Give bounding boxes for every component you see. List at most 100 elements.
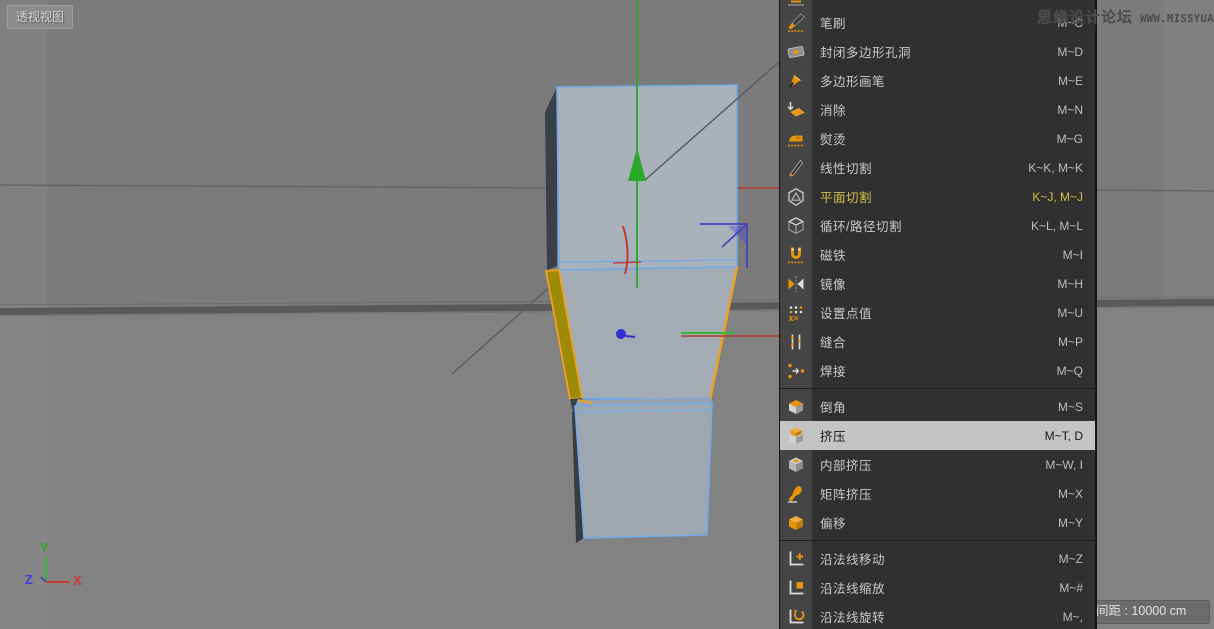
menu-item-shortcut: M~P: [1058, 335, 1095, 349]
menu-item[interactable]: 多边形画笔M~E: [780, 66, 1095, 95]
menu-item-label: 线性切割: [812, 158, 1028, 177]
menu-item-label: 消除: [812, 100, 1057, 119]
menu-item[interactable]: 循环/路径切割K~L, M~L: [780, 211, 1095, 240]
menu-item[interactable]: 消除M~N: [780, 95, 1095, 124]
menu-item-label: 内部挤压: [812, 455, 1045, 474]
menu-item[interactable]: x= 设置点值M~U: [780, 298, 1095, 327]
menu-item[interactable]: 磁铁M~I: [780, 240, 1095, 269]
matrix-extrude-icon: [780, 479, 812, 508]
menu-item-shortcut: M~G: [1057, 132, 1095, 146]
menu-item[interactable]: 挤压M~T, D: [780, 421, 1095, 450]
svg-text:x=: x=: [789, 314, 799, 323]
menu-item-shortcut: K~L, M~L: [1031, 219, 1095, 233]
grid-spacing-status: 间距 : 10000 cm: [1086, 600, 1210, 624]
polygon-pen-icon: [780, 66, 812, 95]
watermark-title: 思缘设计论坛: [1037, 6, 1133, 27]
brush-icon: [780, 8, 812, 37]
bevel-icon: [780, 392, 812, 421]
menu-item-shortcut: M~I: [1063, 248, 1095, 262]
menu-item[interactable]: 内部挤压M~W, I: [780, 450, 1095, 479]
menu-item-label: 笔刷: [812, 13, 1057, 32]
menu-item[interactable]: 沿法线移动M~Z: [780, 544, 1095, 573]
menu-item-label: 封闭多边形孔洞: [812, 42, 1057, 61]
menu-item[interactable]: 倒角M~S: [780, 392, 1095, 421]
menu-item-label: 矩阵挤压: [812, 484, 1058, 503]
plane-cut-icon: [780, 182, 812, 211]
menu-item-label: 焊接: [812, 361, 1057, 380]
menu-item-label: 循环/路径切割: [812, 216, 1031, 235]
menu-item[interactable]: 矩阵挤压M~X: [780, 479, 1095, 508]
menu-item-label: 沿法线缩放: [812, 578, 1059, 597]
menu-item-label: 挤压: [812, 426, 1045, 445]
menu-item-label: 多边形画笔: [812, 71, 1058, 90]
menu-item-shortcut: M~U: [1057, 306, 1095, 320]
menu-item-shortcut: M~D: [1057, 45, 1095, 59]
menu-item[interactable]: 封闭多边形孔洞M~D: [780, 37, 1095, 66]
menu-item-shortcut: K~J, M~J: [1032, 190, 1095, 204]
menu-item-shortcut: M~H: [1057, 277, 1095, 291]
iron-icon: [780, 124, 812, 153]
viewport-right-shade: [1163, 0, 1214, 298]
menu-item[interactable]: 镜像M~H: [780, 269, 1095, 298]
menu-item[interactable]: 沿法线缩放M~#: [780, 573, 1095, 602]
menu-item-shortcut: M~Z: [1059, 552, 1095, 566]
menu-item-shortcut: M~S: [1058, 400, 1095, 414]
menu-item[interactable]: 平面切割K~J, M~J: [780, 182, 1095, 211]
menu-item-label: 磁铁: [812, 245, 1063, 264]
context-menu: 笔刷M~C封闭多边形孔洞M~D多边形画笔M~E消除M~N熨烫M~G线性切割K~K…: [779, 0, 1097, 629]
menu-item-shortcut: K~K, M~K: [1028, 161, 1095, 175]
stitch-icon: [780, 327, 812, 356]
mirror-icon: [780, 269, 812, 298]
inner-extrude-icon: [780, 450, 812, 479]
menu-item[interactable]: 熨烫M~G: [780, 124, 1095, 153]
menu-item-label: 沿法线移动: [812, 549, 1059, 568]
close-hole-icon: [780, 37, 812, 66]
menu-item-label: 偏移: [812, 513, 1058, 532]
menu-item-label: 缝合: [812, 332, 1058, 351]
menu-item-shortcut: M~W, I: [1045, 458, 1095, 472]
magnet-icon: [780, 240, 812, 269]
object-origin-tail: [626, 336, 635, 337]
menu-item-shortcut: M~T, D: [1045, 429, 1095, 443]
menu-item-label: 设置点值: [812, 303, 1057, 322]
hud-y-label: Y: [40, 540, 49, 555]
menu-item-label: 沿法线旋转: [812, 607, 1063, 626]
viewport-name-label[interactable]: 透视视图: [7, 5, 73, 29]
hud-z-label: Z: [25, 572, 33, 587]
set-point-value-icon: x=: [780, 298, 812, 327]
application-window: 透视视图 Y X Z 间距 : 10000 cm 笔刷M~C封闭多边形孔洞M~D…: [0, 0, 1214, 629]
model-bottom-box-front-face[interactable]: [575, 403, 712, 538]
menu-item-shortcut: M~,: [1063, 610, 1095, 624]
menu-item[interactable]: 焊接M~Q: [780, 356, 1095, 385]
model-top-box-side-face[interactable]: [545, 87, 557, 270]
menu-item[interactable]: 缝合M~P: [780, 327, 1095, 356]
offset-icon: [780, 508, 812, 537]
menu-item-shortcut: M~#: [1059, 581, 1095, 595]
menu-item[interactable]: 沿法线旋转M~,: [780, 602, 1095, 629]
menu-item-label: 平面切割: [812, 187, 1032, 206]
menu-item-shortcut: M~N: [1057, 103, 1095, 117]
extrude-icon: [780, 421, 812, 450]
menu-item-shortcut: M~E: [1058, 74, 1095, 88]
move-normal-icon: [780, 544, 812, 573]
watermark: 思缘设计论坛 WWW.MISSYUAN.COM: [1037, 6, 1214, 27]
menu-item-label: 倒角: [812, 397, 1058, 416]
menu-item-shortcut: M~Q: [1057, 364, 1095, 378]
context-menu-items: 笔刷M~C封闭多边形孔洞M~D多边形画笔M~E消除M~N熨烫M~G线性切割K~K…: [780, 8, 1095, 629]
menu-item[interactable]: 线性切割K~K, M~K: [780, 153, 1095, 182]
menu-item-shortcut: M~X: [1058, 487, 1095, 501]
menu-item-label: 镜像: [812, 274, 1057, 293]
object-origin-dot[interactable]: [616, 329, 626, 339]
menu-item[interactable]: 偏移M~Y: [780, 508, 1095, 537]
line-cut-icon: [780, 153, 812, 182]
dissolve-icon: [780, 95, 812, 124]
menu-separator: [780, 385, 1095, 392]
menu-item-shortcut: M~Y: [1058, 516, 1095, 530]
rotate-normal-icon: [780, 602, 812, 629]
menu-separator: [780, 537, 1095, 544]
clipped-icon: [780, 0, 812, 8]
watermark-url: WWW.MISSYUAN.COM: [1140, 13, 1214, 25]
menu-item-label: 熨烫: [812, 129, 1057, 148]
scale-normal-icon: [780, 573, 812, 602]
weld-icon: [780, 356, 812, 385]
